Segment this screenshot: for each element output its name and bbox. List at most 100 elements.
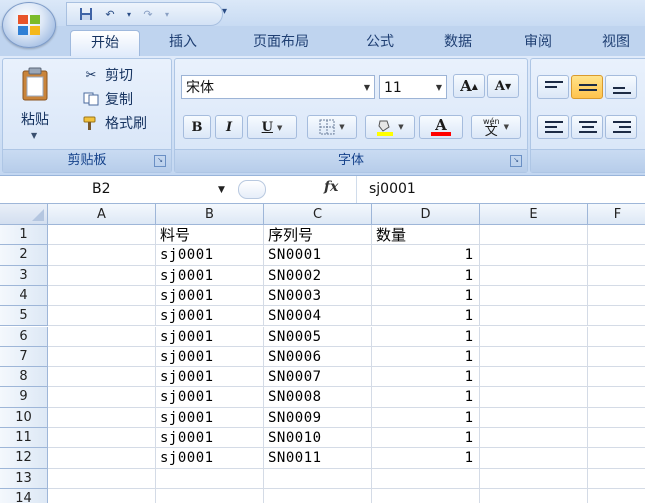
redo-icon[interactable]: ↷ — [139, 6, 157, 22]
cut-button[interactable]: ✂ 剪切 — [81, 65, 133, 85]
grow-font-button[interactable]: A ▲ — [453, 74, 485, 98]
row-header-6[interactable]: 6 — [0, 326, 48, 347]
cell-d6[interactable]: 1 — [372, 326, 480, 347]
borders-button[interactable]: ▼ — [307, 115, 357, 139]
align-left-button[interactable] — [537, 115, 569, 139]
cell-d10[interactable]: 1 — [372, 407, 480, 428]
cell-b1[interactable]: 料号 — [156, 225, 264, 246]
cell-d9[interactable]: 1 — [372, 387, 480, 408]
cell-e9[interactable] — [480, 387, 588, 408]
cell-f7[interactable] — [588, 347, 645, 368]
clipboard-launcher-icon[interactable]: ↘ — [154, 155, 166, 167]
cell-e8[interactable] — [480, 367, 588, 388]
cell-b6[interactable]: sj0001 — [156, 326, 264, 347]
cell-f2[interactable] — [588, 245, 645, 266]
cell-a1[interactable] — [48, 225, 156, 246]
align-bottom-button[interactable] — [605, 75, 637, 99]
save-icon[interactable] — [77, 6, 95, 22]
cell-d11[interactable]: 1 — [372, 428, 480, 449]
cell-a9[interactable] — [48, 387, 156, 408]
cell-c8[interactable]: SN0007 — [264, 367, 372, 388]
cell-f11[interactable] — [588, 428, 645, 449]
cell-b7[interactable]: sj0001 — [156, 346, 264, 368]
cell-a11[interactable] — [48, 428, 156, 449]
cell-d4[interactable]: 1 — [372, 285, 480, 307]
cell-b9[interactable]: sj0001 — [156, 387, 264, 408]
insert-function-icon[interactable]: fx — [324, 179, 338, 195]
row-header-5[interactable]: 5 — [0, 306, 48, 327]
cell-a4[interactable] — [48, 285, 156, 307]
cell-d12[interactable]: 1 — [372, 448, 480, 469]
align-center-button[interactable] — [571, 115, 603, 139]
cell-f3[interactable] — [588, 266, 645, 286]
cell-e7[interactable] — [480, 346, 588, 368]
cell-e4[interactable] — [480, 285, 588, 307]
cell-e12[interactable] — [480, 448, 588, 469]
cell-e13[interactable] — [480, 468, 588, 489]
cell-f8[interactable] — [588, 367, 645, 388]
cell-a7[interactable] — [48, 346, 156, 368]
cell-b8[interactable]: sj0001 — [156, 367, 264, 388]
cell-f13[interactable] — [588, 469, 645, 489]
cell-e5[interactable] — [480, 306, 588, 327]
cell-c7[interactable]: SN0006 — [264, 346, 372, 368]
cell-e14[interactable] — [480, 488, 588, 503]
bold-button[interactable]: B — [183, 115, 211, 139]
font-size-combobox[interactable]: 11 ▼ — [379, 75, 447, 99]
redo-dropdown-icon[interactable]: ▾ — [163, 6, 171, 22]
cell-b2[interactable]: sj0001 — [156, 245, 264, 266]
cell-c4[interactable]: SN0003 — [264, 285, 372, 307]
row-header-9[interactable]: 9 — [0, 387, 48, 408]
column-header-e[interactable]: E — [480, 204, 588, 225]
column-header-a[interactable]: A — [48, 204, 156, 225]
undo-dropdown-icon[interactable]: ▾ — [125, 6, 133, 22]
cell-a6[interactable] — [48, 326, 156, 347]
cell-c6[interactable]: SN0005 — [264, 326, 372, 347]
cell-d14[interactable] — [372, 488, 480, 503]
font-launcher-icon[interactable]: ↘ — [510, 155, 522, 167]
font-color-button[interactable]: A — [419, 115, 463, 139]
cell-d13[interactable] — [372, 468, 480, 489]
row-header-1[interactable]: 1 — [0, 225, 48, 246]
format-painter-button[interactable]: 格式刷 — [81, 113, 147, 133]
cell-e10[interactable] — [480, 407, 588, 428]
cell-a5[interactable] — [48, 306, 156, 327]
underline-button[interactable]: U ▼ — [247, 115, 297, 139]
cell-c14[interactable] — [264, 488, 372, 503]
cell-b5[interactable]: sj0001 — [156, 306, 264, 327]
cell-e3[interactable] — [480, 265, 588, 286]
font-name-combobox[interactable]: 宋体 ▼ — [181, 75, 375, 99]
row-header-4[interactable]: 4 — [0, 285, 48, 307]
align-top-button[interactable] — [537, 75, 569, 99]
name-box[interactable]: B2 — [0, 176, 232, 203]
cell-d2[interactable]: 1 — [372, 245, 480, 266]
cell-b13[interactable] — [156, 468, 264, 489]
cell-c10[interactable]: SN0009 — [264, 407, 372, 428]
cell-e11[interactable] — [480, 428, 588, 449]
office-button[interactable] — [2, 2, 56, 48]
row-header-13[interactable]: 13 — [0, 468, 48, 489]
column-header-c[interactable]: C — [264, 204, 372, 225]
row-header-2[interactable]: 2 — [0, 245, 48, 266]
row-header-12[interactable]: 12 — [0, 448, 48, 469]
row-header-8[interactable]: 8 — [0, 367, 48, 388]
align-right-button[interactable] — [605, 115, 637, 139]
tab-page-layout[interactable]: 页面布局 — [236, 30, 326, 56]
cell-f10[interactable] — [588, 408, 645, 428]
paste-dropdown-icon[interactable]: ▼ — [31, 131, 37, 140]
cell-c11[interactable]: SN0010 — [264, 428, 372, 449]
cell-a12[interactable] — [48, 448, 156, 469]
tab-review[interactable]: 审阅 — [508, 30, 568, 56]
cell-e2[interactable] — [480, 245, 588, 266]
copy-button[interactable]: 复制 — [81, 89, 133, 109]
cell-c3[interactable]: SN0002 — [264, 265, 372, 286]
customize-qat-icon[interactable]: ▾ — [222, 6, 227, 17]
phonetic-button[interactable]: wén 文 ▼ — [471, 115, 521, 139]
cell-a10[interactable] — [48, 407, 156, 428]
cell-e6[interactable] — [480, 326, 588, 347]
cell-b3[interactable]: sj0001 — [156, 265, 264, 286]
cell-a13[interactable] — [48, 468, 156, 489]
cell-c9[interactable]: SN0008 — [264, 387, 372, 408]
cell-d5[interactable]: 1 — [372, 306, 480, 327]
column-header-b[interactable]: B — [156, 204, 264, 225]
